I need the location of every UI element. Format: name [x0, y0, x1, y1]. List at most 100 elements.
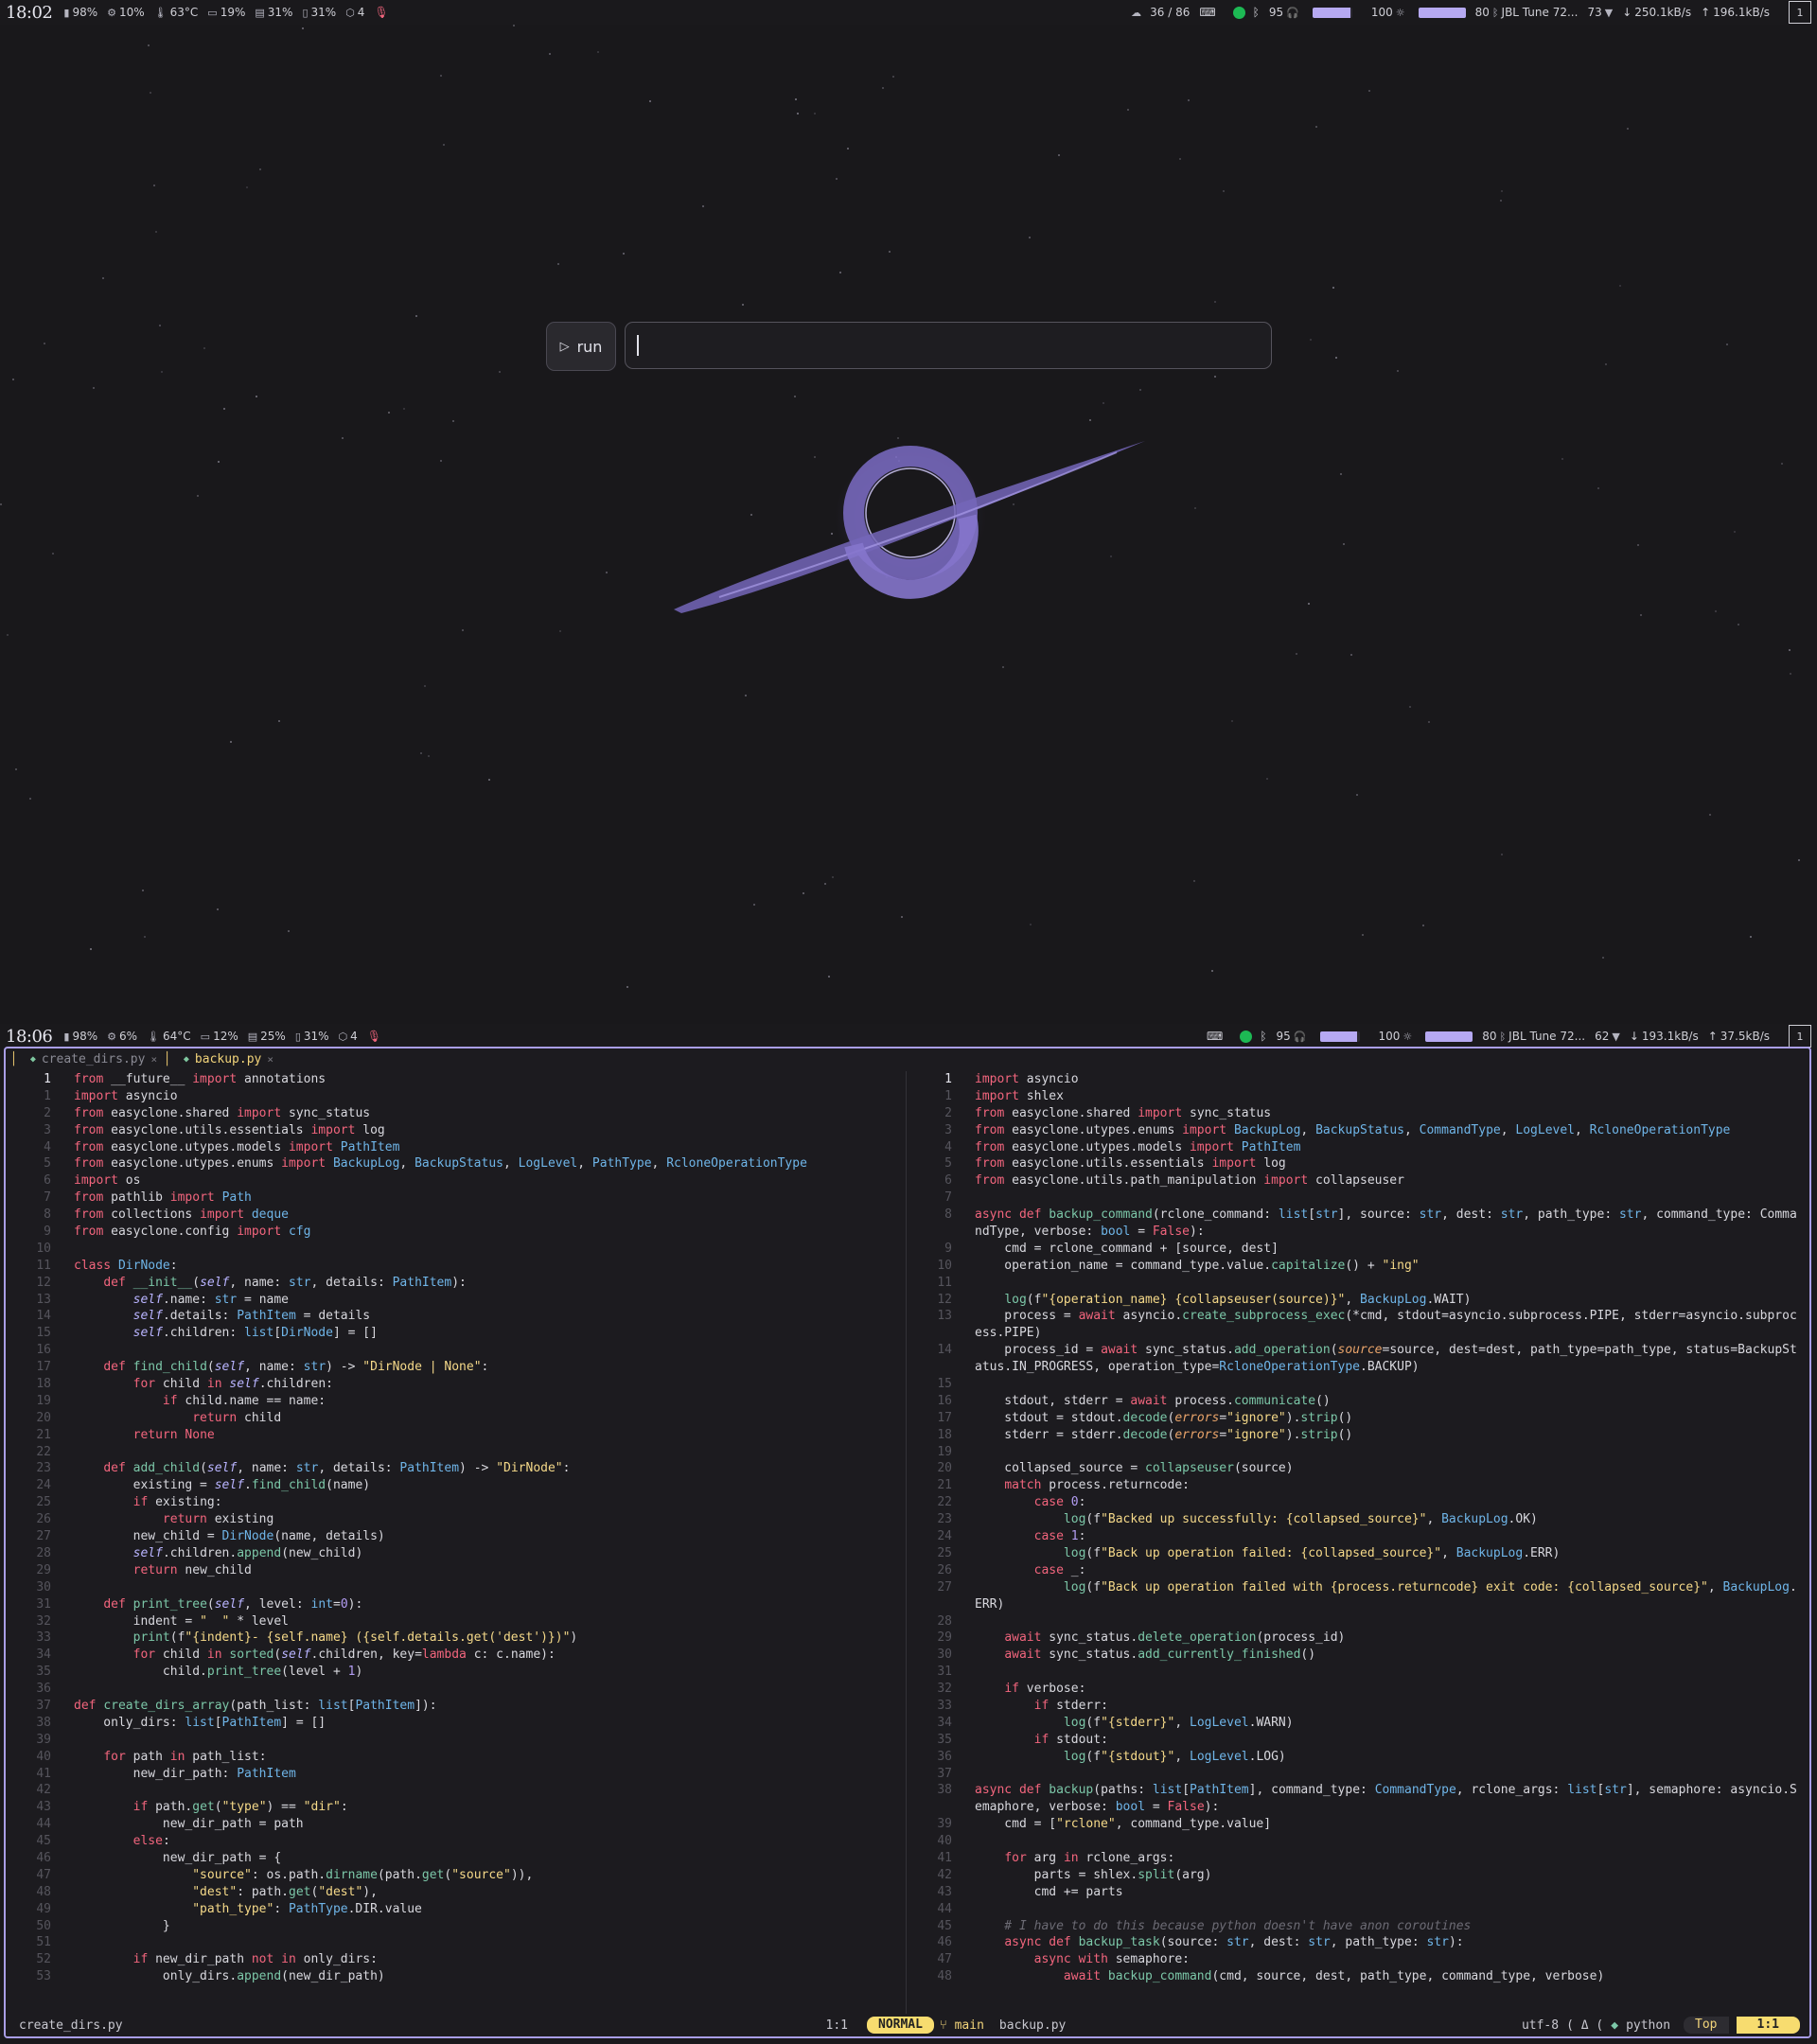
keyboard-icon[interactable]: ⌨ — [1199, 6, 1215, 19]
right-code-line[interactable]: 43 cmd += parts — [907, 1884, 1809, 1901]
volume-module[interactable]: 95 🎧 — [1277, 1030, 1307, 1043]
right-code-line[interactable]: emaphore, verbose: bool = False): — [907, 1799, 1809, 1816]
right-code-line[interactable]: 10 operation_name = command_type.value.c… — [907, 1258, 1809, 1275]
left-code-line[interactable]: 30 — [6, 1579, 905, 1596]
cpu-module[interactable]: ⚙ 10% — [107, 6, 145, 19]
left-code-line[interactable]: 23 def add_child(self, name: str, detail… — [6, 1460, 905, 1477]
left-code-line[interactable]: 22 — [6, 1444, 905, 1461]
right-code-line[interactable]: 4 from easyclone.utypes.models import Pat… — [907, 1139, 1809, 1156]
right-code-line[interactable]: 21 match process.returncode: — [907, 1477, 1809, 1494]
battery-module[interactable]: ▮ 98% — [63, 6, 97, 19]
workspaces-module[interactable]: ☁ 36 / 86 — [1131, 6, 1190, 19]
left-code-line[interactable]: 3 from easyclone.utils.essentials import … — [6, 1122, 905, 1139]
wifi-module[interactable]: 62 ▼ — [1595, 1030, 1620, 1043]
workspace-indicator[interactable]: 1 — [1789, 1, 1811, 24]
left-code-line[interactable]: 48 "dest": path.get("dest"), — [6, 1884, 905, 1901]
right-code-line[interactable]: 9 cmd = rclone_command + [source, dest] — [907, 1241, 1809, 1258]
temperature-module[interactable]: 🌡 63°C — [154, 6, 199, 19]
left-code-line[interactable]: 42 — [6, 1782, 905, 1799]
right-code-line[interactable]: 40 — [907, 1833, 1809, 1850]
disk-module[interactable]: ▯ 31% — [302, 6, 336, 19]
left-code-line[interactable]: 32 indent = " " * level — [6, 1613, 905, 1630]
right-code-line[interactable]: 39 cmd = ["rclone", command_type.value] — [907, 1816, 1809, 1833]
left-code-line[interactable]: 36 — [6, 1681, 905, 1698]
tab-create-dirs[interactable]: ◆ create_dirs.py × — [21, 1049, 167, 1068]
battery-module[interactable]: ▮ 98% — [63, 1030, 97, 1043]
volume-slider[interactable] — [1312, 7, 1352, 18]
right-code-line[interactable]: 24 case 1: — [907, 1528, 1809, 1545]
right-code-pane[interactable]: 1 import asyncio 1 import shlex 2 from easycl… — [907, 1071, 1809, 2014]
right-code-line[interactable]: ess.PIPE) — [907, 1325, 1809, 1342]
gpu-module[interactable]: ▭ 12% — [201, 1030, 238, 1043]
left-code-line[interactable]: 11 class DirNode: — [6, 1258, 905, 1275]
right-code-line[interactable]: 18 stderr = stderr.decode(errors="ignore… — [907, 1427, 1809, 1444]
bluetooth-icon[interactable]: ᛒ — [1260, 1030, 1266, 1043]
right-code-line[interactable]: 5 from easyclone.utils.essentials import … — [907, 1155, 1809, 1172]
right-code-line[interactable]: 38 async def backup(paths: list[PathItem]… — [907, 1782, 1809, 1799]
volume-module[interactable]: 95 🎧 — [1269, 6, 1299, 19]
left-code-line[interactable]: 7 from pathlib import Path — [6, 1189, 905, 1207]
right-code-line[interactable]: 25 log(f"Back up operation failed: {coll… — [907, 1545, 1809, 1562]
bluetooth-icon[interactable]: ᛒ — [1253, 6, 1260, 19]
left-code-line[interactable]: 21 return None — [6, 1427, 905, 1444]
right-code-line[interactable]: 23 log(f"Backed up successfully: {collap… — [907, 1511, 1809, 1528]
right-code-line[interactable]: 30 await sync_status.add_currently_finis… — [907, 1647, 1809, 1664]
disk-module[interactable]: ▯ 31% — [295, 1030, 329, 1043]
right-code-line[interactable]: 16 stdout, stderr = await process.commun… — [907, 1393, 1809, 1410]
left-code-line[interactable]: 6 import os — [6, 1172, 905, 1189]
left-code-line[interactable]: 8 from collections import deque — [6, 1207, 905, 1224]
left-code-line[interactable]: 29 return new_child — [6, 1562, 905, 1579]
left-code-line[interactable]: 53 only_dirs.append(new_dir_path) — [6, 1968, 905, 1985]
left-code-line[interactable]: 25 if existing: — [6, 1494, 905, 1511]
wifi-module[interactable]: 73 ▼ — [1587, 6, 1613, 19]
right-code-line[interactable]: 29 await sync_status.delete_operation(pr… — [907, 1630, 1809, 1647]
left-code-line[interactable]: 17 def find_child(self, name: str) -> "D… — [6, 1359, 905, 1376]
right-code-line[interactable]: 47 async with semaphore: — [907, 1951, 1809, 1968]
left-code-line[interactable]: 10 — [6, 1241, 905, 1258]
left-code-line[interactable]: 46 new_dir_path = { — [6, 1850, 905, 1867]
brightness-module[interactable]: 100 ☼ — [1379, 1030, 1413, 1043]
left-code-line[interactable]: 31 def print_tree(self, level: int=0): — [6, 1596, 905, 1613]
right-code-line[interactable]: 46 async def backup_task(source: str, de… — [907, 1934, 1809, 1951]
left-code-line[interactable]: 28 self.children.append(new_child) — [6, 1545, 905, 1562]
right-code-line[interactable]: 22 case 0: — [907, 1494, 1809, 1511]
left-code-line[interactable]: 9 from easyclone.config import cfg — [6, 1224, 905, 1241]
right-code-line[interactable]: 27 log(f"Back up operation failed with {… — [907, 1579, 1809, 1596]
right-code-line[interactable]: 41 for arg in rclone_args: — [907, 1850, 1809, 1867]
keyboard-icon[interactable]: ⌨ — [1207, 1030, 1223, 1043]
updates-module[interactable]: ⬡ 4 — [339, 1030, 358, 1043]
right-code-line[interactable]: 13 process = await asyncio.create_subpro… — [907, 1308, 1809, 1325]
left-code-line[interactable]: 19 if child.name == name: — [6, 1393, 905, 1410]
right-code-line[interactable]: 26 case _: — [907, 1562, 1809, 1579]
left-code-line[interactable]: 27 new_child = DirNode(name, details) — [6, 1528, 905, 1545]
left-code-line[interactable]: 26 return existing — [6, 1511, 905, 1528]
left-code-line[interactable]: 50 } — [6, 1918, 905, 1935]
brightness-slider[interactable] — [1418, 7, 1466, 18]
bt-device-module[interactable]: 80 ᛒ JBL Tune 72... — [1475, 6, 1579, 19]
close-icon[interactable]: × — [267, 1053, 273, 1066]
left-code-line[interactable]: 52 if new_dir_path not in only_dirs: — [6, 1951, 905, 1968]
bt-device-module[interactable]: 80 ᛒ JBL Tune 72... — [1482, 1030, 1585, 1043]
right-code-line[interactable]: 36 log(f"{stdout}", LogLevel.LOG) — [907, 1749, 1809, 1766]
right-code-line[interactable]: 1 import asyncio — [907, 1071, 1809, 1088]
left-code-line[interactable]: 20 return child — [6, 1410, 905, 1427]
right-code-line[interactable]: 28 — [907, 1613, 1809, 1630]
right-code-line[interactable]: 8 async def backup_command(rclone_command… — [907, 1207, 1809, 1224]
right-code-line[interactable]: atus.IN_PROGRESS, operation_type=RcloneO… — [907, 1359, 1809, 1376]
right-code-line[interactable]: 45 # I have to do this because python do… — [907, 1918, 1809, 1935]
left-code-line[interactable]: 15 self.children: list[DirNode] = [] — [6, 1325, 905, 1342]
right-code-line[interactable]: 14 process_id = await sync_status.add_op… — [907, 1342, 1809, 1359]
spotify-icon[interactable] — [1232, 6, 1245, 19]
right-code-line[interactable]: 20 collapsed_source = collapseuser(sourc… — [907, 1460, 1809, 1477]
right-code-line[interactable]: 2 from easyclone.shared import sync_statu… — [907, 1105, 1809, 1122]
left-code-line[interactable]: 40 for path in path_list: — [6, 1749, 905, 1766]
tab-backup[interactable]: ◆ backup.py × — [174, 1049, 283, 1068]
left-code-line[interactable]: 45 else: — [6, 1833, 905, 1850]
right-code-line[interactable]: 11 — [907, 1275, 1809, 1292]
volume-slider[interactable] — [1319, 1031, 1360, 1042]
left-code-line[interactable]: 33 print(f"{indent}- {self.name} ({self.… — [6, 1630, 905, 1647]
right-code-line[interactable]: ERR) — [907, 1596, 1809, 1613]
right-code-line[interactable]: 42 parts = shlex.split(arg) — [907, 1867, 1809, 1884]
right-code-line[interactable]: 37 — [907, 1766, 1809, 1783]
left-code-line[interactable]: 49 "path_type": PathType.DIR.value — [6, 1901, 905, 1918]
